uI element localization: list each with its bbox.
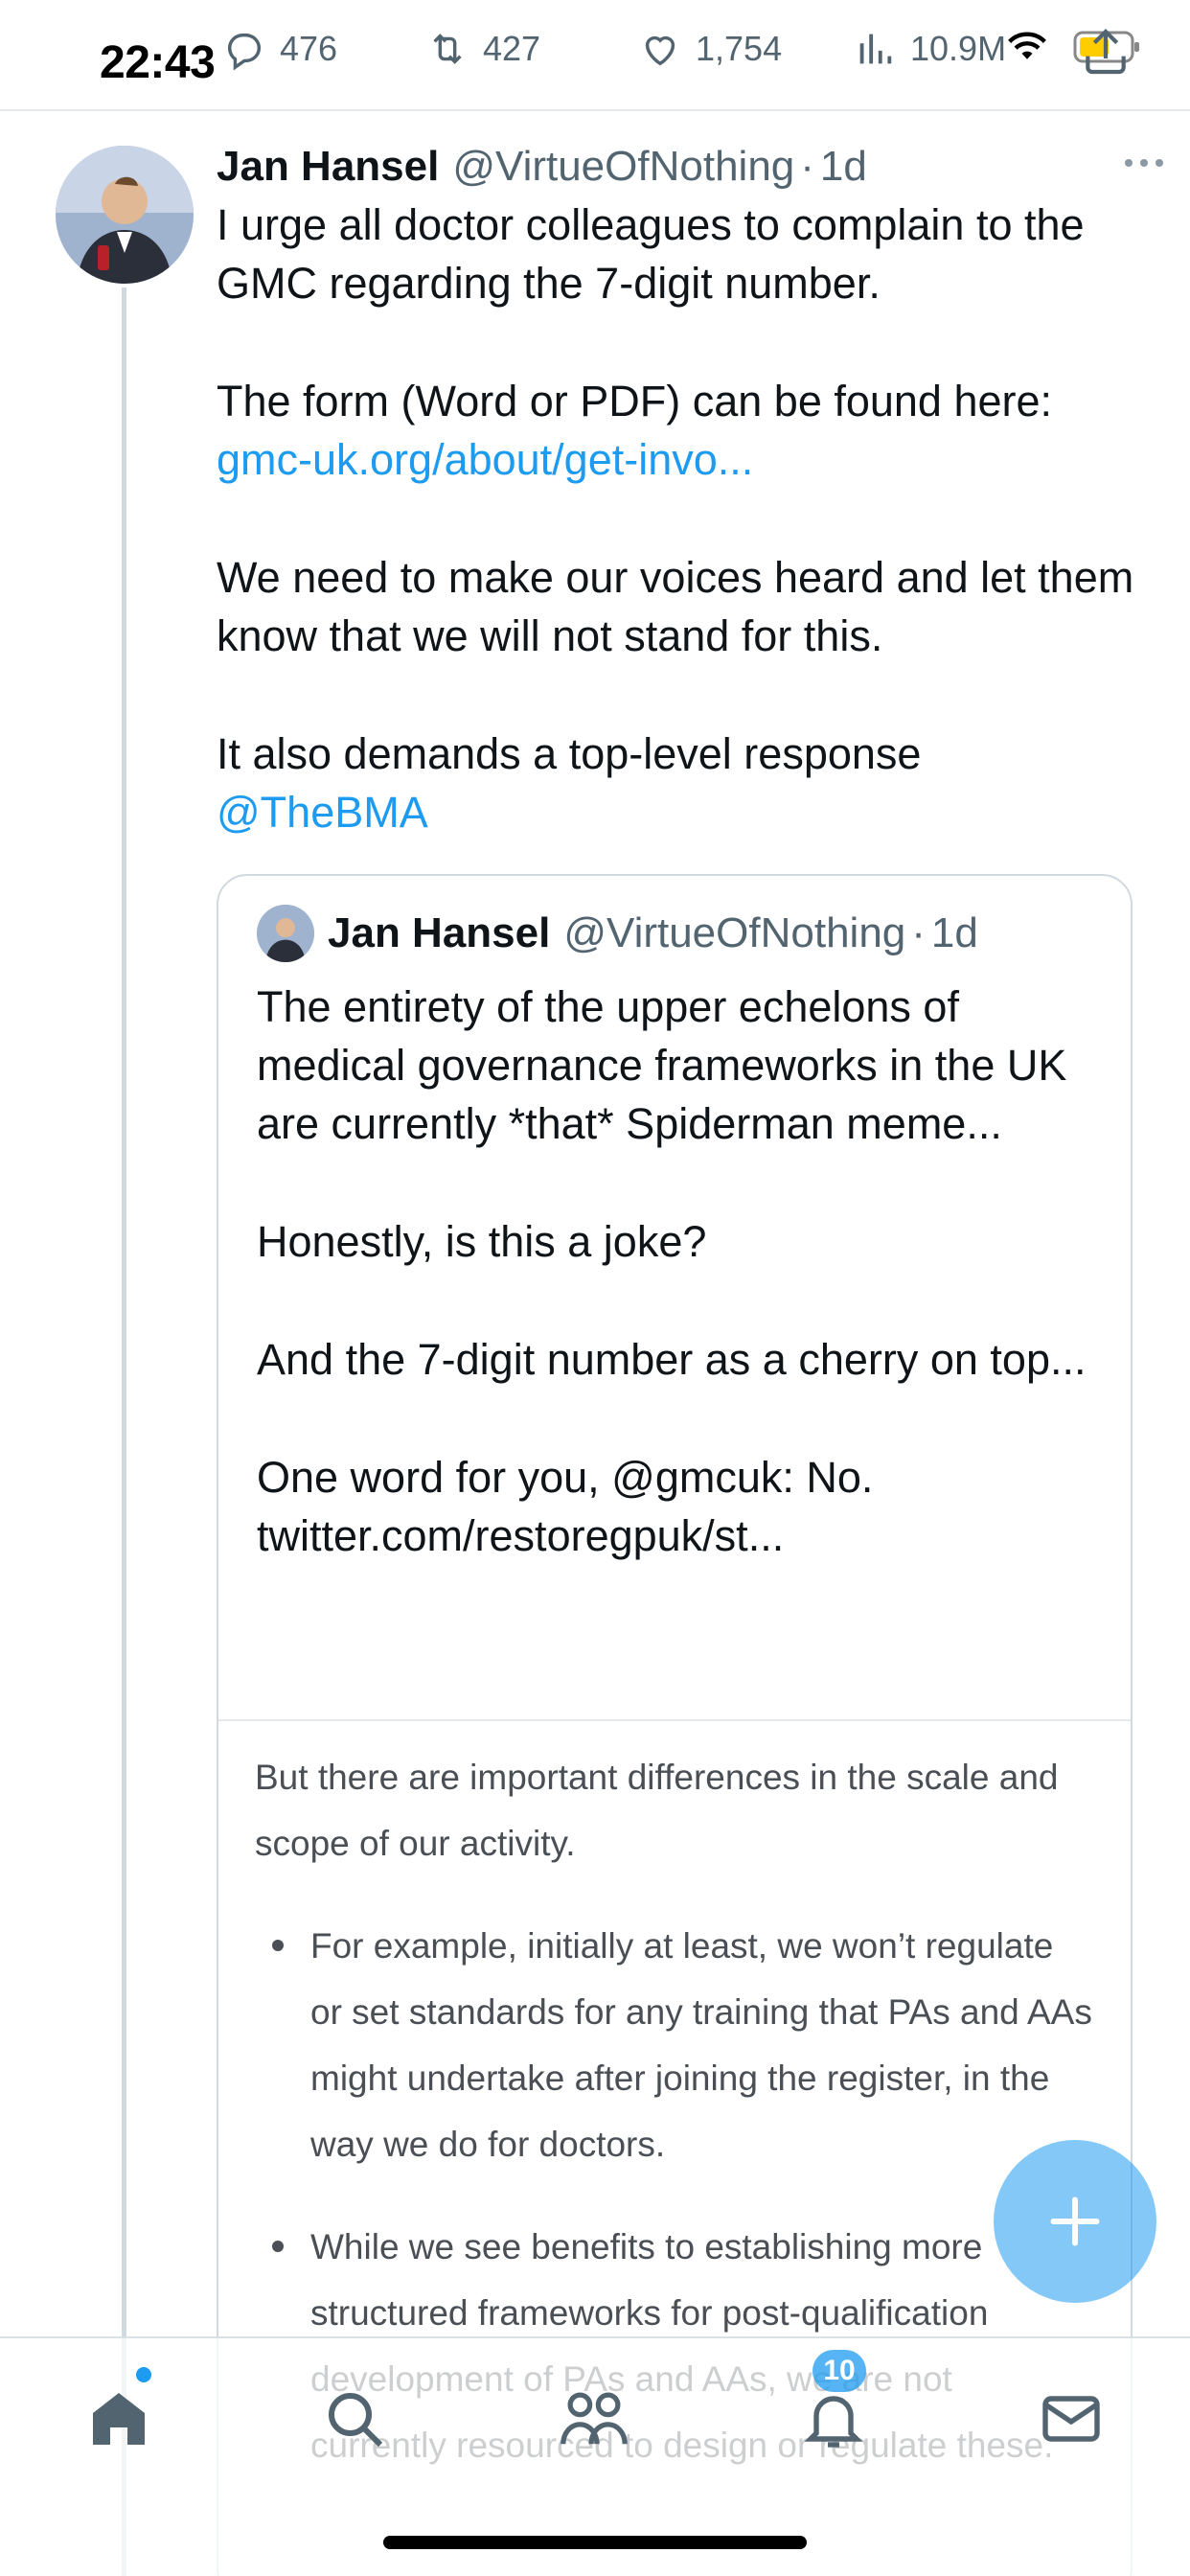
- tweet-link[interactable]: gmc-uk.org/about/get-invo...: [217, 430, 1136, 489]
- views-icon: [859, 34, 892, 64]
- home-indicator[interactable]: [383, 2536, 807, 2549]
- quote-author-name[interactable]: Jan Hansel: [328, 909, 550, 957]
- clock-time: 22:43: [100, 37, 216, 88]
- reply-stat[interactable]: 476: [222, 27, 337, 71]
- quote-text-line: And the 7-digit number as a cherry on to…: [257, 1335, 1087, 1384]
- quote-text-line: One word for you, @gmcuk: No.: [257, 1453, 874, 1502]
- compose-icon: [1050, 2196, 1100, 2246]
- nav-communities[interactable]: [556, 2380, 632, 2457]
- status-bar: 22:43 476 427 1,754 10.9M: [0, 0, 1190, 111]
- header-separator: ·: [800, 143, 814, 190]
- document-bullet: For example, initially at least, we won’…: [255, 1913, 1092, 2177]
- quote-author-avatar: [257, 905, 314, 962]
- communities-icon: [561, 2392, 628, 2445]
- main-tweet[interactable]: Jan Hansel @VirtueOfNothing · 1d I urge …: [217, 140, 1163, 841]
- wifi-icon: [1008, 32, 1046, 59]
- views-stat[interactable]: 10.9M: [853, 27, 1006, 71]
- author-avatar[interactable]: [56, 146, 194, 284]
- author-handle[interactable]: @VirtueOfNothing: [452, 140, 794, 194]
- thread-connector-line: [122, 288, 126, 2576]
- document-intro: But there are important differences in t…: [255, 1758, 1059, 1863]
- tweet-text-line: We need to make our voices heard and let…: [217, 553, 1134, 660]
- reply-icon: [227, 33, 262, 71]
- share-icon[interactable]: [1079, 25, 1133, 79]
- notifications-badge: 10: [812, 2350, 866, 2392]
- tweet-text-line: It also demands a top-level response: [217, 729, 922, 778]
- more-icon[interactable]: [1121, 153, 1167, 172]
- nav-notifications[interactable]: [795, 2380, 872, 2457]
- repost-stat[interactable]: 427: [425, 27, 540, 71]
- nav-messages[interactable]: [1033, 2380, 1110, 2457]
- home-icon: [93, 2393, 145, 2445]
- quote-text-line: The entirety of the upper echelons of me…: [257, 982, 1067, 1148]
- quote-author-handle[interactable]: @VirtueOfNothing: [563, 909, 905, 957]
- quote-header-separator: ·: [911, 909, 926, 956]
- quote-text-line: Honestly, is this a joke?: [257, 1217, 707, 1266]
- views-count: 10.9M: [910, 29, 1007, 68]
- tweet-body: I urge all doctor colleagues to complain…: [217, 196, 1136, 841]
- compose-button[interactable]: [994, 2140, 1156, 2303]
- like-icon: [645, 35, 675, 66]
- notifications-icon: [804, 2396, 863, 2448]
- tweet-text-line: I urge all doctor colleagues to complain…: [217, 200, 1085, 308]
- repost-count: 427: [483, 29, 541, 68]
- quote-age: 1d: [930, 909, 978, 956]
- reply-count: 476: [280, 29, 338, 68]
- search-icon: [329, 2393, 383, 2448]
- messages-icon: [1042, 2396, 1100, 2442]
- like-count: 1,754: [696, 29, 783, 68]
- quote-link-text[interactable]: twitter.com/restoregpuk/st...: [257, 1506, 1092, 1565]
- author-name[interactable]: Jan Hansel: [217, 140, 439, 194]
- quote-header: Jan Hansel @VirtueOfNothing · 1d: [257, 905, 1092, 962]
- tweet-header: Jan Hansel @VirtueOfNothing · 1d: [217, 140, 1163, 194]
- nav-search[interactable]: [316, 2380, 393, 2457]
- like-stat[interactable]: 1,754: [638, 27, 782, 71]
- mention-link[interactable]: @TheBMA: [217, 783, 1136, 841]
- repost-icon: [433, 34, 462, 64]
- tweet-text-line: The form (Word or PDF) can be found here…: [217, 377, 1053, 426]
- quote-body: The entirety of the upper echelons of me…: [257, 978, 1092, 1565]
- tweet-age: 1d: [819, 143, 867, 190]
- nav-home[interactable]: [80, 2380, 157, 2457]
- quoted-tweet[interactable]: Jan Hansel @VirtueOfNothing · 1d The ent…: [217, 874, 1133, 2576]
